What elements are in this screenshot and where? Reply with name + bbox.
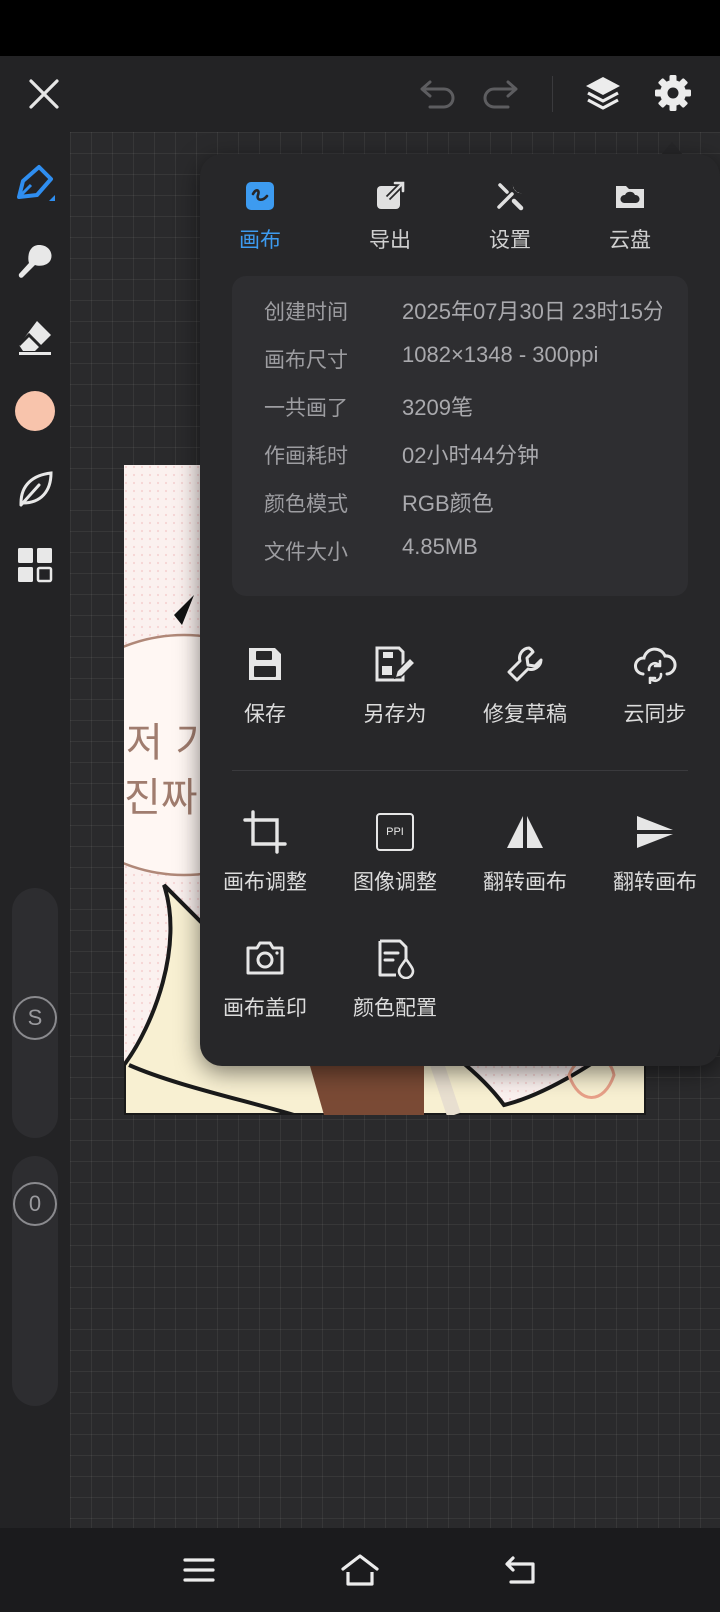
save-as-icon: [373, 642, 417, 686]
info-row-size: 画布尺寸 1082×1348 - 300ppi: [232, 336, 688, 380]
info-key: 文件大小: [264, 540, 348, 564]
info-key: 创建时间: [264, 300, 348, 324]
save-as-button[interactable]: 另存为: [330, 642, 460, 752]
action-label: 修复草稿: [483, 702, 567, 726]
canvas-stamp-button[interactable]: 画布盖印: [200, 936, 330, 1046]
cloud-sync-button[interactable]: 云同步: [590, 642, 720, 752]
export-icon: [372, 178, 408, 214]
canvas-icon: [242, 178, 278, 214]
pen-icon[interactable]: [10, 158, 60, 208]
repair-draft-button[interactable]: 修复草稿: [460, 642, 590, 752]
tab-cloud[interactable]: 云盘: [570, 174, 690, 264]
save-button[interactable]: 保存: [200, 642, 330, 752]
layers-icon[interactable]: [578, 68, 628, 118]
status-bar: [0, 0, 720, 56]
save-icon: [243, 642, 287, 686]
left-toolbar: S 0: [0, 132, 70, 1528]
info-value: 2025年07月30日 23时15分: [402, 299, 662, 324]
wrench-icon: [503, 642, 547, 686]
info-value: 1082×1348 - 300ppi: [402, 342, 599, 367]
smudge-icon[interactable]: [10, 236, 60, 286]
info-row-duration: 作画耗时 02小时44分钟: [232, 432, 688, 476]
info-key: 画布尺寸: [264, 348, 348, 372]
color-swatch[interactable]: [12, 388, 58, 434]
tools-icon: [492, 178, 528, 214]
info-value: 4.85MB: [402, 534, 478, 559]
camera-icon: [243, 936, 287, 980]
info-value: 02小时44分钟: [402, 443, 539, 468]
crop-icon: [243, 810, 287, 854]
action-label: 图像调整: [353, 870, 437, 894]
eraser-icon[interactable]: [10, 312, 60, 362]
info-value: RGB颜色: [402, 491, 494, 516]
opacity-knob[interactable]: 0: [13, 1182, 57, 1226]
tab-canvas[interactable]: 画布: [200, 174, 320, 264]
panel-tabs: 画布 导出 设置 云盘: [200, 174, 720, 264]
toolbar-divider: [552, 76, 553, 112]
tab-label: 画布: [239, 228, 281, 252]
info-key: 作画耗时: [264, 444, 348, 468]
action-label: 翻转画布: [613, 870, 697, 894]
gear-icon[interactable]: [648, 68, 698, 118]
action-label: 另存为: [363, 702, 427, 726]
back-icon[interactable]: [496, 1548, 546, 1592]
action-label: 颜色配置: [353, 996, 437, 1020]
tab-label: 导出: [369, 228, 411, 252]
cloud-folder-icon: [612, 178, 648, 214]
action-label: 画布调整: [223, 870, 307, 894]
grid-icon[interactable]: [10, 540, 60, 590]
system-nav-bar: [0, 1528, 720, 1612]
home-icon[interactable]: [334, 1546, 386, 1594]
canvas-info-card: 创建时间 2025年07月30日 23时15分 画布尺寸 1082×1348 -…: [232, 276, 688, 596]
tab-label: 云盘: [609, 228, 651, 252]
color-profile-icon: [373, 936, 417, 980]
redo-icon[interactable]: [476, 70, 524, 118]
color-profile-button[interactable]: 颜色配置: [330, 936, 460, 1046]
action-label: 画布盖印: [223, 996, 307, 1020]
info-key: 颜色模式: [264, 492, 348, 516]
image-adjust-button[interactable]: PPI 图像调整: [330, 810, 460, 920]
flip-horizontal-icon: [503, 810, 547, 854]
tab-label: 设置: [489, 228, 531, 252]
info-row-created: 创建时间 2025年07月30日 23时15分: [232, 288, 688, 332]
action-label: 云同步: [623, 702, 687, 726]
tab-settings[interactable]: 设置: [450, 174, 570, 264]
top-toolbar: [0, 56, 720, 132]
info-key: 一共画了: [264, 396, 348, 420]
flip-canvas-horizontal-button[interactable]: 翻转画布: [460, 810, 590, 920]
tab-export[interactable]: 导出: [330, 174, 450, 264]
panel-divider: [232, 770, 688, 771]
cloud-sync-icon: [633, 642, 677, 686]
menu-icon[interactable]: [174, 1548, 224, 1592]
flip-vertical-icon: [633, 810, 677, 854]
leaf-icon[interactable]: [10, 464, 60, 514]
flip-canvas-vertical-button[interactable]: 翻转画布: [590, 810, 720, 920]
brush-size-knob[interactable]: S: [13, 996, 57, 1040]
action-label: 翻转画布: [483, 870, 567, 894]
undo-icon[interactable]: [414, 70, 462, 118]
info-value: 3209笔: [402, 395, 473, 420]
close-icon[interactable]: [20, 70, 68, 118]
canvas-adjust-button[interactable]: 画布调整: [200, 810, 330, 920]
ppi-icon-text: PPI: [376, 813, 414, 851]
action-label: 保存: [244, 702, 286, 726]
ppi-icon: PPI: [373, 810, 417, 854]
info-row-strokes: 一共画了 3209笔: [232, 384, 688, 428]
info-row-file-size: 文件大小 4.85MB: [232, 528, 688, 572]
info-row-color-mode: 颜色模式 RGB颜色: [232, 480, 688, 524]
